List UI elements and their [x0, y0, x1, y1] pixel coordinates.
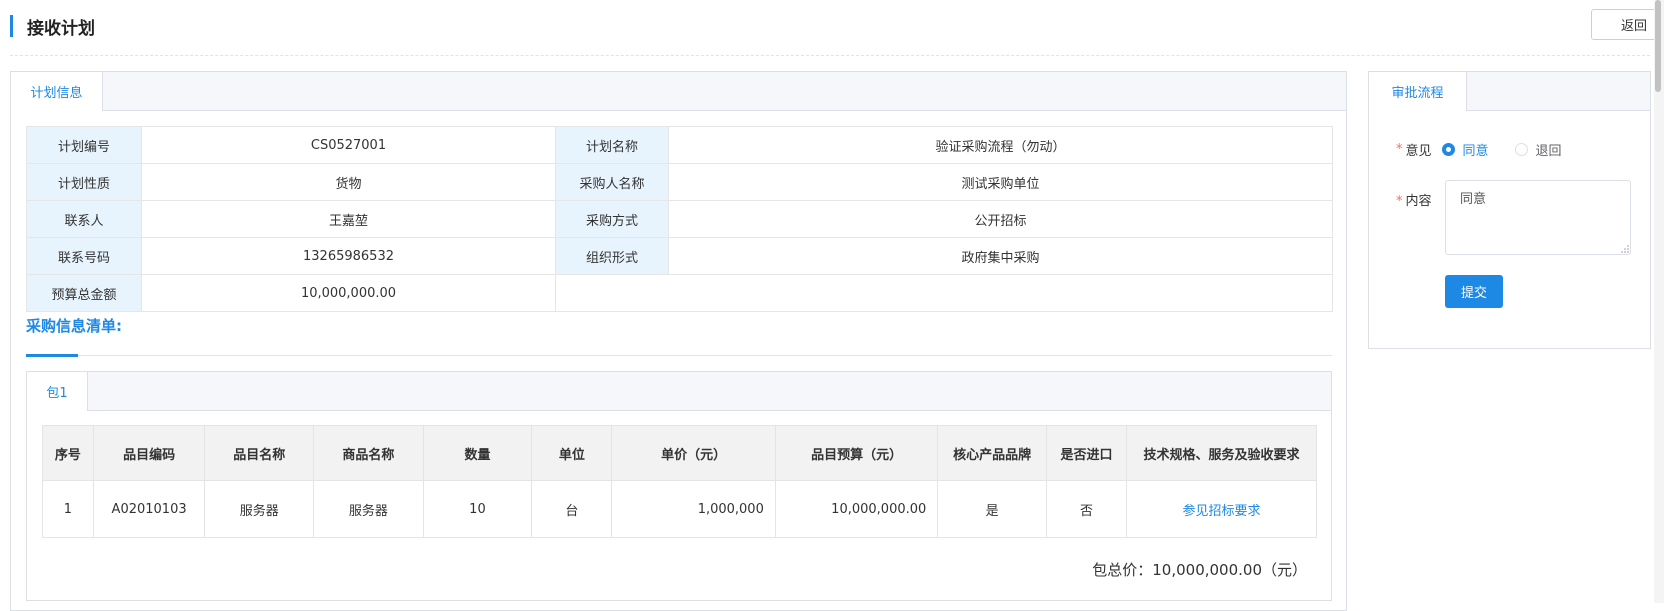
column-header: 技术规格、服务及验收要求 — [1126, 425, 1317, 481]
plan-name-value: 验证采购流程（勿动） — [668, 126, 1333, 164]
budget-total-label: 预算总金额 — [26, 274, 142, 312]
cell-quantity: 10 — [422, 480, 533, 538]
content-field-label: * 内容 — [1396, 190, 1432, 209]
contact-phone-label: 联系号码 — [26, 237, 142, 275]
budget-total-value: 10,000,000.00 — [141, 274, 556, 312]
opinion-label: 意见 — [1405, 144, 1432, 159]
column-header: 商品名称 — [313, 425, 424, 481]
opinion-field: * 意见 同意 退回 — [1396, 140, 1562, 159]
package-panel: 包1 序号 品目编码 品目名称 商品名称 数量 单位 单价（元） 品目预算（元）… — [26, 371, 1332, 601]
required-asterisk: * — [1396, 142, 1403, 157]
cell-index: 1 — [42, 480, 94, 538]
plan-info-table: 计划编号 CS0527001 计划名称 验证采购流程（勿动） 计划性质 货物 采… — [26, 126, 1333, 312]
info-row: 联系人 王嘉堃 采购方式 公开招标 — [26, 200, 1333, 238]
page-header: 接收计划 返回 — [0, 0, 1664, 56]
see-tender-requirements-link[interactable]: 参见招标要求 — [1183, 504, 1261, 519]
column-header: 数量 — [422, 425, 533, 481]
cell-unit: 台 — [531, 480, 613, 538]
radio-unchecked-icon[interactable] — [1514, 143, 1528, 156]
plan-nature-value: 货物 — [141, 163, 556, 201]
column-header: 品目编码 — [92, 425, 206, 481]
content-textarea[interactable]: 同意 — [1445, 180, 1631, 255]
plan-number-value: CS0527001 — [141, 126, 556, 164]
purchase-method-value: 公开招标 — [668, 200, 1333, 238]
purchase-method-label: 采购方式 — [555, 200, 669, 238]
column-header: 单位 — [531, 425, 613, 481]
column-header: 品目预算（元） — [774, 425, 939, 481]
plan-tab-bar: 计划信息 — [11, 72, 1346, 111]
info-row: 预算总金额 10,000,000.00 — [26, 274, 1333, 312]
tab-package-1[interactable]: 包1 — [27, 372, 88, 411]
info-row: 计划编号 CS0527001 计划名称 验证采购流程（勿动） — [26, 126, 1333, 164]
info-row: 计划性质 货物 采购人名称 测试采购单位 — [26, 163, 1333, 201]
contact-person-value: 王嘉堃 — [141, 200, 556, 238]
plan-nature-label: 计划性质 — [26, 163, 142, 201]
cell-product-name: 服务器 — [313, 480, 424, 538]
approval-panel: 审批流程 * 意见 同意 退回 * 内容 同意 提交 — [1368, 71, 1651, 349]
resize-grip-icon[interactable] — [1621, 245, 1629, 253]
purchaser-name-label: 采购人名称 — [555, 163, 669, 201]
tab-approval-process[interactable]: 审批流程 — [1369, 72, 1467, 111]
radio-return[interactable]: 退回 — [1514, 140, 1562, 159]
table-row: 1 A02010103 服务器 服务器 10 台 1,000,000 10,00… — [42, 480, 1317, 538]
submit-button[interactable]: 提交 — [1445, 275, 1503, 308]
cell-imported: 否 — [1045, 480, 1128, 538]
page-title: 接收计划 — [27, 19, 95, 39]
cell-item-budget: 10,000,000.00 — [774, 480, 939, 538]
package-tab-bar: 包1 — [27, 372, 1331, 411]
required-asterisk: * — [1396, 194, 1403, 209]
radio-agree[interactable]: 同意 — [1441, 140, 1489, 159]
table-header-row: 序号 品目编码 品目名称 商品名称 数量 单位 单价（元） 品目预算（元） 核心… — [42, 425, 1317, 481]
procurement-items-table: 序号 品目编码 品目名称 商品名称 数量 单位 单价（元） 品目预算（元） 核心… — [42, 425, 1317, 538]
contact-person-label: 联系人 — [26, 200, 142, 238]
empty-cell — [555, 274, 1333, 312]
column-header: 核心产品品牌 — [937, 425, 1047, 481]
plan-name-label: 计划名称 — [555, 126, 669, 164]
cell-unit-price: 1,000,000 — [611, 480, 776, 538]
approval-tab-bar: 审批流程 — [1369, 72, 1650, 111]
section-underline — [26, 354, 78, 357]
title-accent-bar — [10, 15, 13, 37]
package-total: 包总价：10,000,000.00（元） — [1092, 561, 1307, 579]
plan-number-label: 计划编号 — [26, 126, 142, 164]
cell-item-code: A02010103 — [92, 480, 206, 538]
cell-item-name: 服务器 — [204, 480, 315, 538]
column-header: 品目名称 — [204, 425, 315, 481]
header-divider — [10, 55, 1650, 56]
column-header: 单价（元） — [611, 425, 776, 481]
scrollbar-thumb[interactable] — [1655, 0, 1661, 92]
content-label: 内容 — [1405, 194, 1432, 209]
section-divider — [26, 355, 1332, 356]
tab-plan-info[interactable]: 计划信息 — [11, 72, 103, 111]
info-row: 联系号码 13265986532 组织形式 政府集中采购 — [26, 237, 1333, 275]
purchaser-name-value: 测试采购单位 — [668, 163, 1333, 201]
contact-phone-value: 13265986532 — [141, 237, 556, 275]
procurement-list-title: 采购信息清单: — [26, 317, 122, 335]
cell-spec: 参见招标要求 — [1126, 480, 1317, 538]
column-header: 是否进口 — [1045, 425, 1128, 481]
radio-return-label: 退回 — [1535, 144, 1562, 159]
column-header: 序号 — [42, 425, 94, 481]
organization-form-value: 政府集中采购 — [668, 237, 1333, 275]
radio-checked-icon[interactable] — [1441, 143, 1455, 156]
cell-core-brand: 是 — [937, 480, 1047, 538]
plan-info-panel: 计划信息 计划编号 CS0527001 计划名称 验证采购流程（勿动） 计划性质… — [10, 71, 1347, 611]
radio-agree-label: 同意 — [1462, 144, 1489, 159]
organization-form-label: 组织形式 — [555, 237, 669, 275]
